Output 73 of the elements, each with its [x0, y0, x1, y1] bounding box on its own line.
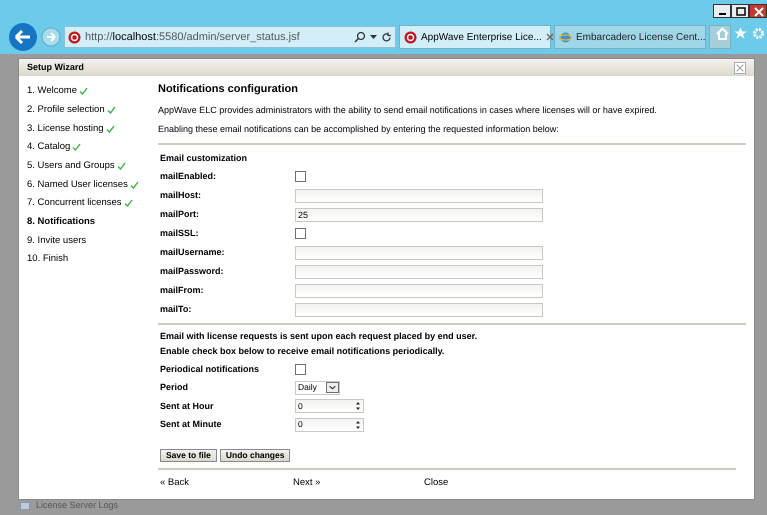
- field-label: mailPassword:: [160, 264, 225, 278]
- input-field[interactable]: [295, 246, 543, 260]
- section-title: Email customization: [159, 152, 248, 165]
- dialog-title: Setup Wizard: [27, 60, 84, 74]
- period-dropdown[interactable]: Daily: [295, 380, 340, 395]
- intro-text: AppWave ELC provides administrators with the ability to send email notifications in cases where licenses will or have expired.: [158, 104, 658, 117]
- check-icon: [78, 87, 88, 96]
- search-icon[interactable]: [354, 31, 366, 43]
- note-text: Enable check box below to receive email notifications periodically.: [159, 345, 446, 358]
- check-icon: [130, 180, 139, 189]
- form-button[interactable]: Save to file: [160, 449, 217, 462]
- field-label: Sent at Minute: [160, 418, 223, 431]
- check-icon: [106, 106, 116, 114]
- intro-text: Enabling these email notifications can be accomplished by entering the requested information below:: [158, 122, 560, 136]
- form-button[interactable]: Undo changes: [220, 449, 290, 462]
- browser-logo-icon: [68, 30, 81, 44]
- spinner-arrows-icon: [353, 400, 363, 412]
- spinner-arrows-icon: [353, 418, 363, 431]
- field-label: mailPort:: [160, 208, 200, 221]
- back-link[interactable]: « Back: [160, 476, 293, 490]
- check-icon: [124, 199, 133, 208]
- field-label: mailTo:: [160, 302, 192, 316]
- field-label: Period: [160, 381, 190, 394]
- refresh-icon[interactable]: [381, 32, 392, 42]
- background-item: License Server Logs: [36, 499, 118, 512]
- browser-globe-icon: [559, 30, 572, 44]
- check-icon: [116, 162, 126, 170]
- wizard-step[interactable]: 1. Welcome: [27, 82, 158, 101]
- wizard-step[interactable]: 4. Catalog: [27, 138, 158, 157]
- star-icon[interactable]: [734, 27, 747, 40]
- wizard-step[interactable]: 3. License hosting: [27, 119, 158, 138]
- address-bar[interactable]: http://localhost:5580/admin/server_status.jsf: [64, 26, 396, 48]
- wizard-step[interactable]: 2. Profile selection: [27, 100, 158, 120]
- browser-logo-icon: [404, 30, 417, 44]
- browser-tab[interactable]: AppWave Enterprise Lice...: [399, 25, 551, 49]
- log-icon: [20, 502, 30, 510]
- field-label: mailSSL:: [160, 226, 200, 240]
- field-label: Sent at Hour: [160, 400, 215, 412]
- wizard-step[interactable]: 8. Notifications: [27, 212, 158, 232]
- url-text: http://localhost:5580/admin/server_status.jsf: [85, 30, 301, 45]
- field-label: mailFrom:: [160, 284, 205, 297]
- input-field[interactable]: [295, 302, 543, 316]
- browser-tab[interactable]: Embarcadero License Cent...: [554, 25, 706, 49]
- field-label: Periodical notifications: [160, 362, 260, 376]
- wizard-step[interactable]: 5. Users and Groups: [27, 156, 158, 176]
- close-link[interactable]: Close: [424, 476, 448, 490]
- number-field[interactable]: 0: [295, 399, 364, 414]
- minimize-icon[interactable]: [713, 4, 731, 18]
- close-tab-icon[interactable]: [546, 33, 554, 41]
- wizard-step[interactable]: 10. Finish: [27, 250, 158, 269]
- wizard-step[interactable]: 9. Invite users: [27, 232, 158, 250]
- field-label: mailHost:: [160, 188, 202, 202]
- field-label: mailEnabled:: [160, 170, 218, 183]
- check-icon: [106, 124, 115, 133]
- next-link[interactable]: Next »: [293, 476, 424, 490]
- dropdown-caret-icon[interactable]: [370, 34, 377, 40]
- input-field[interactable]: [295, 188, 543, 202]
- close-icon[interactable]: [749, 4, 767, 18]
- number-field[interactable]: 0: [295, 418, 364, 432]
- field-label: mailUsername:: [160, 246, 226, 259]
- input-field[interactable]: [295, 284, 543, 298]
- checkbox[interactable]: [295, 228, 306, 239]
- section-heading: Notifications configuration: [158, 82, 299, 97]
- wizard-step[interactable]: 6. Named User licenses: [27, 175, 158, 194]
- chevron-down-icon: [326, 382, 339, 394]
- maximize-icon[interactable]: [731, 4, 749, 18]
- check-icon: [72, 143, 82, 152]
- input-field[interactable]: [295, 264, 543, 278]
- note-text: Email with license requests is sent upon each request placed by end user.: [159, 330, 478, 343]
- checkbox[interactable]: [295, 364, 306, 375]
- checkbox[interactable]: [295, 171, 306, 182]
- wizard-step[interactable]: 7. Concurrent licenses: [27, 194, 158, 213]
- input-field[interactable]: 25: [295, 208, 543, 222]
